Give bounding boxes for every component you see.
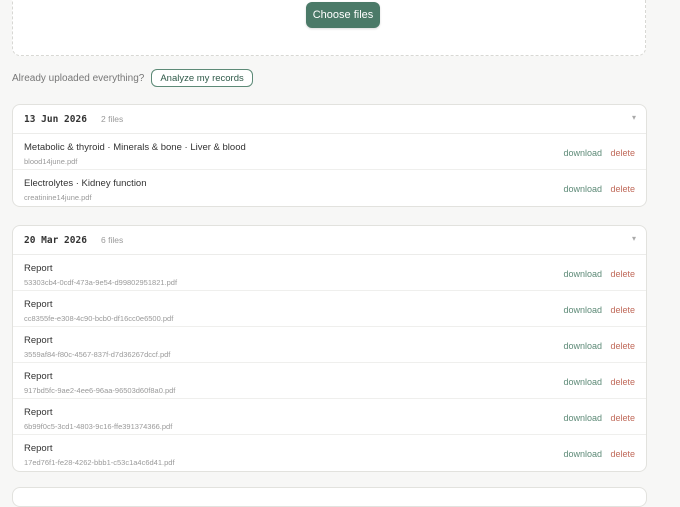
file-row: Report 17ed76f1-fe28-4262-bbb1-c53c1a4c6… [13, 435, 646, 471]
file-name: blood14june.pdf [24, 157, 78, 166]
cta-text: Already uploaded everything? [12, 72, 145, 84]
file-title: Report [24, 407, 53, 418]
file-group-jun: 13 Jun 2026 2 files ▾ Metabolic & thyroi… [12, 104, 647, 207]
download-link[interactable]: download [563, 413, 602, 423]
file-row: Metabolic & thyroid · Minerals & bone · … [13, 134, 646, 170]
file-row: Report 917bd5fc-9ae2-4ee6-96aa-96503d60f… [13, 363, 646, 399]
file-title: Electrolytes · Kidney function [24, 178, 147, 189]
delete-link[interactable]: delete [610, 449, 635, 459]
delete-link[interactable]: delete [610, 413, 635, 423]
delete-link[interactable]: delete [610, 341, 635, 351]
file-row: Report 53303cb4-0cdf-473a-9e54-d99802951… [13, 255, 646, 291]
group-file-count: 2 files [101, 114, 124, 124]
file-title: Metabolic & thyroid · Minerals & bone · … [24, 142, 246, 153]
delete-link[interactable]: delete [610, 148, 635, 158]
delete-link[interactable]: delete [610, 269, 635, 279]
download-link[interactable]: download [563, 148, 602, 158]
delete-link[interactable]: delete [610, 305, 635, 315]
file-name: cc8355fe-e308-4c90-bcb0-df16cc0e6500.pdf [24, 314, 174, 323]
download-link[interactable]: download [563, 449, 602, 459]
file-title: Report [24, 263, 53, 274]
chevron-down-icon[interactable]: ▾ [632, 113, 636, 122]
file-title: Report [24, 299, 53, 310]
group-date: 13 Jun 2026 [24, 113, 87, 125]
choose-files-button[interactable]: Choose files [306, 2, 380, 28]
file-name: 917bd5fc-9ae2-4ee6-96aa-96503d60f8a0.pdf [24, 386, 176, 395]
file-name: creatinine14june.pdf [24, 193, 92, 202]
file-title: Report [24, 371, 53, 382]
analyze-cta-row: Already uploaded everything? Analyze my … [12, 67, 253, 89]
file-group-next [12, 487, 647, 507]
group-file-count: 6 files [101, 235, 124, 245]
group-date: 20 Mar 2026 [24, 234, 87, 246]
file-row: Report 6b99f0c5-3cd1-4803-9c16-ffe391374… [13, 399, 646, 435]
delete-link[interactable]: delete [610, 377, 635, 387]
download-link[interactable]: download [563, 305, 602, 315]
file-row: Electrolytes · Kidney function creatinin… [13, 170, 646, 206]
file-name: 53303cb4-0cdf-473a-9e54-d99802951821.pdf [24, 278, 178, 287]
file-title: Report [24, 335, 53, 346]
file-name: 17ed76f1-fe28-4262-bbb1-c53c1a4c6d41.pdf [24, 458, 175, 467]
file-name: 3559af84-f80c-4567-837f-d7d36267dccf.pdf [24, 350, 171, 359]
download-link[interactable]: download [563, 184, 602, 194]
download-link[interactable]: download [563, 341, 602, 351]
group-header[interactable]: 20 Mar 2026 6 files ▾ [13, 226, 646, 255]
file-group-mar: 20 Mar 2026 6 files ▾ Report 53303cb4-0c… [12, 225, 647, 472]
upload-dropzone[interactable]: Choose files [12, 0, 646, 56]
file-row: Report cc8355fe-e308-4c90-bcb0-df16cc0e6… [13, 291, 646, 327]
file-name: 6b99f0c5-3cd1-4803-9c16-ffe391374366.pdf [24, 422, 173, 431]
group-header[interactable]: 13 Jun 2026 2 files ▾ [13, 105, 646, 134]
analyze-records-button[interactable]: Analyze my records [151, 69, 253, 87]
download-link[interactable]: download [563, 269, 602, 279]
download-link[interactable]: download [563, 377, 602, 387]
chevron-down-icon[interactable]: ▾ [632, 234, 636, 243]
file-row: Report 3559af84-f80c-4567-837f-d7d36267d… [13, 327, 646, 363]
delete-link[interactable]: delete [610, 184, 635, 194]
file-title: Report [24, 443, 53, 454]
